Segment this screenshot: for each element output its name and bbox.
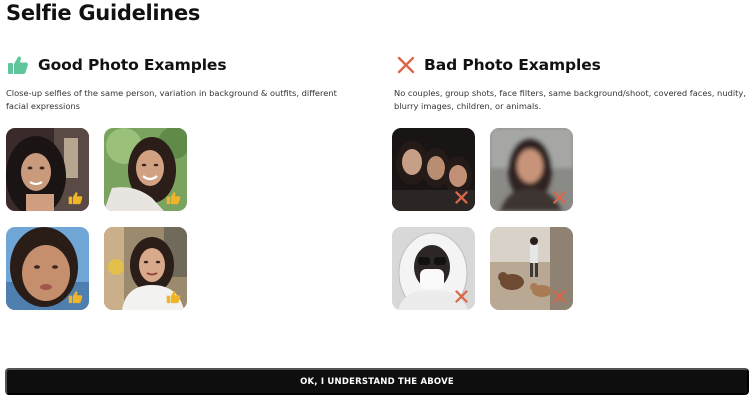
bad-photo-4	[490, 227, 573, 310]
good-photo-3	[6, 227, 89, 310]
good-photo-1	[6, 128, 89, 211]
good-examples-header: Good Photo Examples	[6, 52, 366, 78]
bad-examples-description: No couples, group shots, face filters, s…	[394, 88, 746, 111]
thumbs-up-badge-icon	[165, 189, 182, 206]
good-photo-4	[104, 227, 187, 310]
x-badge-icon	[453, 189, 470, 206]
bad-photo-2	[490, 128, 573, 211]
thumbs-up-badge-icon	[67, 288, 84, 305]
thumbs-up-icon	[6, 53, 30, 77]
x-badge-icon	[551, 288, 568, 305]
good-photo-2	[104, 128, 187, 211]
bad-examples-section: Bad Photo Examples No couples, group sho…	[392, 52, 750, 310]
good-examples-description: Close-up selfies of the same person, var…	[6, 88, 337, 111]
thumbs-up-badge-icon	[165, 288, 182, 305]
x-badge-icon	[551, 189, 568, 206]
bad-examples-heading: Bad Photo Examples	[424, 56, 601, 74]
bad-photo-1	[392, 128, 475, 211]
x-mark-icon	[394, 53, 418, 77]
bad-examples-header: Bad Photo Examples	[394, 52, 750, 78]
x-badge-icon	[453, 288, 470, 305]
bad-photo-3	[392, 227, 475, 310]
confirm-button[interactable]: OK, I UNDERSTAND THE ABOVE	[5, 368, 749, 395]
thumbs-up-badge-icon	[67, 189, 84, 206]
page-title: Selfie Guidelines	[6, 1, 201, 25]
good-examples-section: Good Photo Examples Close-up selfies of …	[6, 52, 366, 310]
good-examples-heading: Good Photo Examples	[38, 56, 227, 74]
